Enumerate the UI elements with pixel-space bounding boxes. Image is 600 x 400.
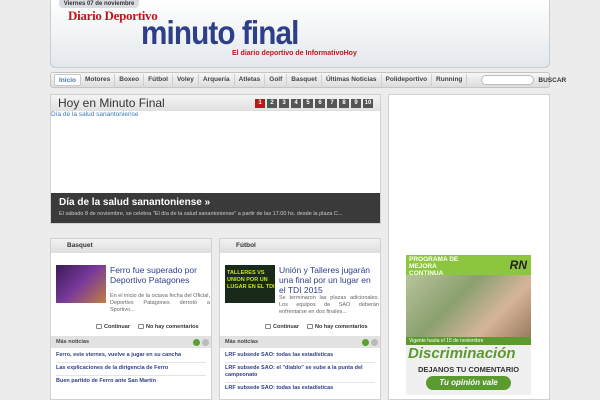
futbol-thumbnail[interactable]: TALLERES VS UNION POR UN LUGAR EN EL TDI: [225, 265, 275, 303]
featured-image-link[interactable]: Día de la salud sanantoniense: [51, 111, 138, 118]
futbol-section: Fútbol TALLERES VS UNION POR UN LUGAR EN…: [219, 238, 381, 400]
brand-tagline: El diario deportivo de InformativoHoy: [232, 50, 357, 57]
divider: [225, 362, 375, 363]
divider: [56, 362, 206, 363]
search-button[interactable]: BUSCAR: [538, 77, 566, 84]
pager-button-7[interactable]: 7: [327, 99, 337, 108]
basquet-continue[interactable]: Continuar: [96, 324, 130, 330]
nav-item-atletas[interactable]: Atletas: [235, 74, 266, 86]
rn-logo: RN: [509, 258, 527, 272]
site-header: Viernes 07 de noviembre Diario Deportivo…: [50, 0, 550, 68]
futbol-story-title[interactable]: Unión y Talleres jugarán una final por u…: [279, 265, 379, 295]
futbol-thumbnail-text: TALLERES VS UNION POR UN LUGAR EN EL TDI: [227, 270, 275, 290]
basquet-more-bar: Más noticias: [51, 336, 211, 348]
basquet-more-item-1[interactable]: Ferro, este viernes, vuelve a jugar en s…: [56, 352, 206, 359]
ad-opinion-button[interactable]: Tu opinión vale: [426, 376, 511, 390]
prev-icon[interactable]: [202, 339, 209, 346]
featured-slider: Hoy en Minuto Final 1 2 3 4 5 6 7 8 9 10…: [50, 94, 381, 224]
nav-item-basquet[interactable]: Basquet: [287, 74, 322, 86]
basquet-more-item-3[interactable]: Buen partido de Ferro ante San Martín: [56, 378, 206, 385]
site-logo[interactable]: minuto final: [141, 14, 299, 52]
nav-item-boxeo[interactable]: Boxeo: [115, 74, 145, 86]
featured-title: Hoy en Minuto Final: [58, 96, 165, 110]
nav-item-golf[interactable]: Golf: [265, 74, 288, 86]
pager-button-1[interactable]: 1: [255, 99, 265, 108]
featured-caption-title[interactable]: Día de la salud sanantoniense »: [59, 197, 372, 208]
futbol-more-item-2[interactable]: LRF subsede SAO: el "diablo" se sube a l…: [225, 365, 375, 379]
basquet-more-label: Más noticias: [56, 339, 90, 345]
main-nav: Inicio Motores Boxeo Fútbol Voley Arquer…: [50, 72, 566, 88]
futbol-more-item-1[interactable]: LRF subsede SAO: todas las estadísticas: [225, 352, 375, 359]
futbol-more-label: Más noticias: [225, 339, 259, 345]
ad-banner[interactable]: PROGRAMA DE MEJORA CONTINUA RN Vigente h…: [406, 255, 531, 395]
basquet-heading[interactable]: Basquet: [51, 239, 211, 253]
pager-button-8[interactable]: 8: [339, 99, 349, 108]
featured-caption: Día de la salud sanantoniense » El sábad…: [51, 193, 380, 223]
pager-button-4[interactable]: 4: [291, 99, 301, 108]
next-icon[interactable]: [193, 339, 200, 346]
ad-line-1: PROGRAMA DE: [409, 256, 459, 263]
continue-icon: [96, 324, 102, 330]
ad-vigente: Vigente hasta el 15 de noviembre: [406, 337, 531, 345]
basquet-comments[interactable]: No hay comentarios: [137, 324, 199, 330]
nav-item-arqueria[interactable]: Arquería: [199, 74, 235, 86]
pager-button-5[interactable]: 5: [303, 99, 313, 108]
slider-pager: 1 2 3 4 5 6 7 8 9 10: [255, 99, 373, 108]
futbol-heading[interactable]: Fútbol: [220, 239, 380, 253]
pager-button-9[interactable]: 9: [351, 99, 361, 108]
comment-icon: [137, 324, 144, 330]
divider: [225, 382, 375, 383]
basquet-more-item-2[interactable]: Las explicaciones de la dirigencia de Fe…: [56, 365, 206, 372]
basquet-thumbnail[interactable]: [56, 265, 106, 303]
nav-item-futbol[interactable]: Fútbol: [144, 74, 173, 86]
continue-icon: [265, 324, 271, 330]
basquet-story-text: En el inicio de la octava fecha del Ofic…: [110, 293, 210, 313]
nav-item-running[interactable]: Running: [432, 74, 468, 86]
next-icon[interactable]: [362, 339, 369, 346]
ad-photo: [406, 275, 531, 337]
ad-comment-text: DEJANOS TU COMENTARIO: [417, 365, 520, 374]
futbol-actions: Continuar No hay comentarios: [265, 324, 368, 330]
nav-item-ultimas-noticias[interactable]: Últimas Noticias: [322, 74, 382, 86]
nav-item-inicio[interactable]: Inicio: [54, 74, 81, 86]
futbol-comments[interactable]: No hay comentarios: [306, 324, 368, 330]
futbol-story-text: Se terminaron las plazas adicionales. Lo…: [279, 295, 379, 315]
search-input[interactable]: [481, 75, 535, 85]
pager-button-3[interactable]: 3: [279, 99, 289, 108]
pager-button-10[interactable]: 10: [363, 99, 373, 108]
pager-button-2[interactable]: 2: [267, 99, 277, 108]
comment-icon: [306, 324, 313, 330]
basquet-actions: Continuar No hay comentarios: [96, 324, 199, 330]
futbol-more-bar: Más noticias: [220, 336, 380, 348]
basquet-section: Basquet Ferro fue superado por Deportivo…: [50, 238, 212, 400]
basquet-story-title[interactable]: Ferro fue superado por Deportivo Patagon…: [110, 265, 210, 285]
prev-icon[interactable]: [371, 339, 378, 346]
ad-headline: Discriminación: [408, 345, 516, 362]
featured-caption-text: El sábado 8 de noviembre, se celebra "El…: [59, 211, 343, 217]
pager-button-6[interactable]: 6: [315, 99, 325, 108]
nav-item-motores[interactable]: Motores: [81, 74, 116, 86]
nav-item-polideportivo[interactable]: Polideportivo: [382, 74, 433, 86]
divider: [56, 375, 206, 376]
futbol-more-item-3[interactable]: LRF subsede SAO: todas las estadísticas: [225, 385, 375, 392]
futbol-continue[interactable]: Continuar: [265, 324, 299, 330]
right-sidebar: PROGRAMA DE MEJORA CONTINUA RN Vigente h…: [388, 94, 550, 400]
date-label: Viernes 07 de noviembre: [59, 0, 139, 8]
ad-line-2: MEJORA: [409, 263, 437, 270]
nav-item-voley[interactable]: Voley: [173, 74, 199, 86]
